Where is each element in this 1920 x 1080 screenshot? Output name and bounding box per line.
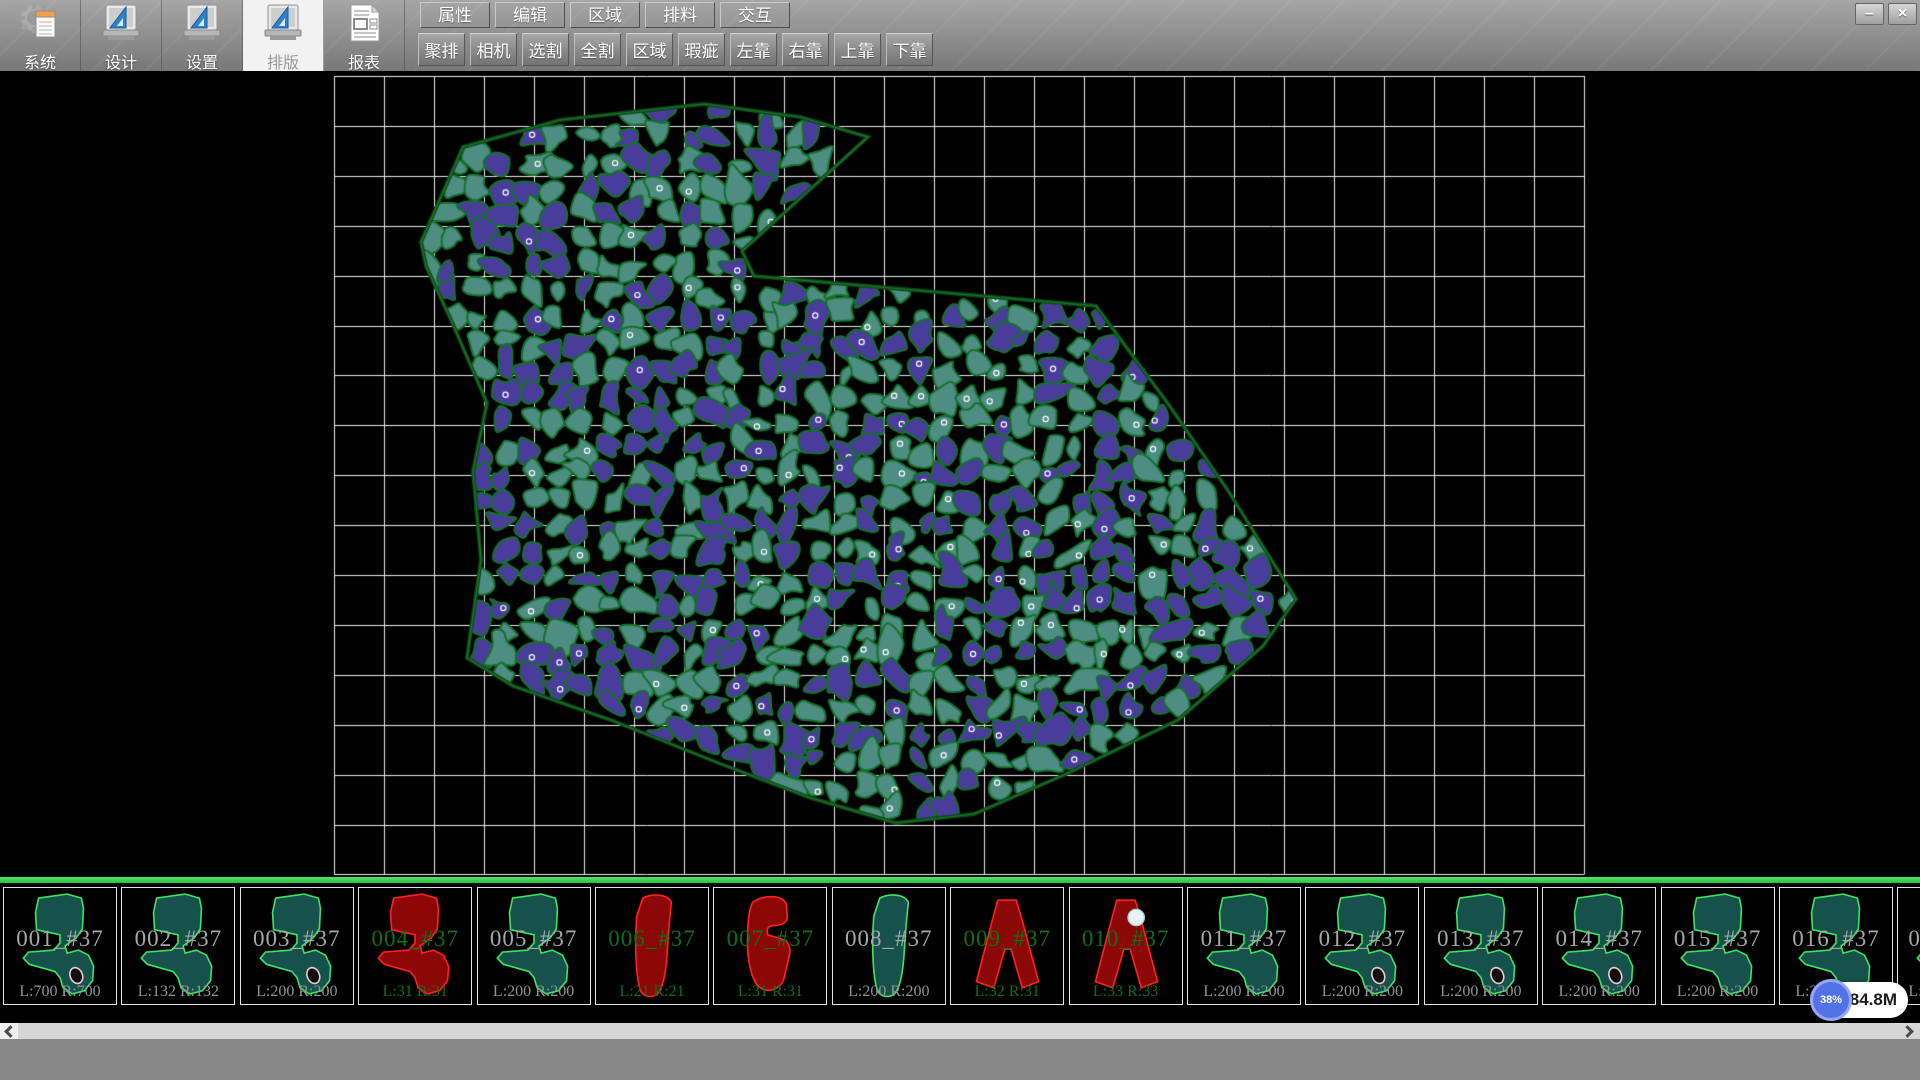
piece-label: 001_#37 bbox=[4, 926, 116, 952]
piece-thumbnail-6[interactable]: 006_#37 L:21 R:21 bbox=[595, 887, 709, 1005]
tool-button-label: 设计 bbox=[105, 49, 137, 73]
chevron-right-icon bbox=[1901, 1025, 1914, 1038]
piece-thumbnail-3[interactable]: 003_#37 L:200 R:200 bbox=[240, 887, 354, 1005]
menu-tab-3[interactable]: 区域 bbox=[570, 2, 640, 28]
minimize-icon: – bbox=[1865, 5, 1874, 22]
piece-thumbnail-15[interactable]: 015_#37 L:200 R:200 bbox=[1661, 887, 1775, 1005]
tool-button-label: 报表 bbox=[348, 49, 380, 73]
piece-counts: L:32 R:31 bbox=[951, 983, 1063, 1001]
piece-label: 002_#37 bbox=[122, 926, 234, 952]
piece-thumbnail-2[interactable]: 002_#37 L:132 R:132 bbox=[121, 887, 235, 1005]
strip-divider bbox=[0, 877, 1920, 883]
piece-label: 014_#37 bbox=[1543, 926, 1655, 952]
tool-button-label: 设置 bbox=[186, 49, 218, 73]
command-button-10[interactable]: 下靠 bbox=[886, 33, 933, 66]
progress-badge: 384.8M 38% bbox=[1810, 979, 1920, 1021]
piece-label: 005_#37 bbox=[478, 926, 590, 952]
piece-thumbnail-10[interactable]: 010_#37 L:33 R:33 bbox=[1069, 887, 1183, 1005]
menu-tab-4[interactable]: 排料 bbox=[645, 2, 715, 28]
scroll-right-button[interactable] bbox=[1900, 1023, 1918, 1039]
tool-button-label: 系统 bbox=[24, 49, 56, 73]
progress-percent: 38% bbox=[1820, 994, 1842, 1006]
command-button-6[interactable]: 瑕疵 bbox=[678, 33, 725, 66]
command-button-7[interactable]: 左靠 bbox=[730, 33, 777, 66]
piece-label: 013_#37 bbox=[1425, 926, 1537, 952]
main-toolbar: 系统 设计 设置 排版 报表 属性编辑区域排料交互 bbox=[0, 0, 1920, 71]
piece-counts: L:200 R:200 bbox=[1662, 983, 1774, 1001]
tool-button-layout[interactable]: 排版 bbox=[243, 0, 324, 71]
system-gear-notepad-icon bbox=[19, 3, 61, 48]
piece-label: 011_#37 bbox=[1188, 926, 1300, 952]
piece-counts: L:31 R:31 bbox=[714, 983, 826, 1001]
piece-counts: L:200 R:200 bbox=[1306, 983, 1418, 1001]
piece-thumbnail-13[interactable]: 013_#37 L:200 R:200 bbox=[1424, 887, 1538, 1005]
piece-counts: L:31 R:31 bbox=[359, 983, 471, 1001]
piece-counts: L:33 R:33 bbox=[1070, 983, 1182, 1001]
command-button-1[interactable]: 聚排 bbox=[418, 33, 465, 66]
close-icon: × bbox=[1898, 5, 1907, 22]
piece-counts: L:200 R:200 bbox=[833, 983, 945, 1001]
piece-thumbnail-1[interactable]: 001_#37 L:700 R:700 bbox=[3, 887, 117, 1005]
tool-button-report[interactable]: 报表 bbox=[324, 0, 405, 71]
piece-thumbnail-8[interactable]: 008_#37 L:200 R:200 bbox=[832, 887, 946, 1005]
piece-label: 003_#37 bbox=[241, 926, 353, 952]
tool-button-label: 排版 bbox=[267, 49, 299, 73]
piece-thumbnail-11[interactable]: 011_#37 L:200 R:200 bbox=[1187, 887, 1301, 1005]
settings-ruler-laptop-icon bbox=[181, 3, 223, 48]
piece-label: 012_#37 bbox=[1306, 926, 1418, 952]
menu-tab-5[interactable]: 交互 bbox=[720, 2, 790, 28]
piece-thumbnail-4[interactable]: 004_#37 L:31 R:31 bbox=[358, 887, 472, 1005]
menu-tab-2[interactable]: 编辑 bbox=[495, 2, 565, 28]
piece-label: 004_#37 bbox=[359, 926, 471, 952]
piece-label: 006_#37 bbox=[596, 926, 708, 952]
close-button[interactable]: × bbox=[1888, 3, 1917, 25]
piece-counts: L:21 R:21 bbox=[596, 983, 708, 1001]
piece-label: 010_#37 bbox=[1070, 926, 1182, 952]
piece-thumbnail-7[interactable]: 007_#37 L:31 R:31 bbox=[713, 887, 827, 1005]
pieces-thumbnail-strip: 001_#37 L:700 R:700 002_#37 L:132 R:132 … bbox=[0, 887, 1920, 1007]
tool-button-system[interactable]: 系统 bbox=[0, 0, 81, 71]
command-button-5[interactable]: 区域 bbox=[626, 33, 673, 66]
application-window: 系统 设计 设置 排版 报表 属性编辑区域排料交互 bbox=[0, 0, 1920, 1080]
piece-label: 007_#37 bbox=[714, 926, 826, 952]
piece-thumbnail-9[interactable]: 009_#37 L:32 R:31 bbox=[950, 887, 1064, 1005]
design-ruler-laptop-icon bbox=[100, 3, 142, 48]
piece-counts: L:700 R:700 bbox=[4, 983, 116, 1001]
minimize-button[interactable]: – bbox=[1855, 3, 1884, 25]
piece-label: 0 bbox=[1898, 926, 1920, 952]
command-button-4[interactable]: 全割 bbox=[574, 33, 621, 66]
piece-thumbnail-12[interactable]: 012_#37 L:200 R:200 bbox=[1305, 887, 1419, 1005]
command-button-8[interactable]: 右靠 bbox=[782, 33, 829, 66]
command-button-3[interactable]: 选割 bbox=[522, 33, 569, 66]
piece-counts: L:132 R:132 bbox=[122, 983, 234, 1001]
menu-tab-1[interactable]: 属性 bbox=[420, 2, 490, 28]
tool-button-settings[interactable]: 设置 bbox=[162, 0, 243, 71]
command-button-2[interactable]: 相机 bbox=[470, 33, 517, 66]
report-document-icon bbox=[344, 3, 384, 48]
piece-label: 008_#37 bbox=[833, 926, 945, 952]
piece-label: 009_#37 bbox=[951, 926, 1063, 952]
tool-button-design[interactable]: 设计 bbox=[81, 0, 162, 71]
layout-ruler-laptop-icon bbox=[262, 3, 304, 48]
piece-thumbnail-14[interactable]: 014_#37 L:200 R:200 bbox=[1542, 887, 1656, 1005]
scroll-left-button[interactable] bbox=[0, 1023, 18, 1039]
piece-counts: L:200 R:200 bbox=[241, 983, 353, 1001]
piece-counts: L:200 R:200 bbox=[1188, 983, 1300, 1001]
horizontal-scrollbar[interactable] bbox=[0, 1023, 1920, 1039]
piece-label: 015_#37 bbox=[1662, 926, 1774, 952]
bottom-panel bbox=[0, 1039, 1920, 1080]
command-button-9[interactable]: 上靠 bbox=[834, 33, 881, 66]
piece-label: 016_#37 bbox=[1780, 926, 1892, 952]
piece-counts: L:200 R:200 bbox=[1543, 983, 1655, 1001]
piece-thumbnail-5[interactable]: 005_#37 L:200 R:200 bbox=[477, 887, 591, 1005]
progress-circle: 38% bbox=[1810, 979, 1852, 1021]
piece-counts: L:200 R:200 bbox=[478, 983, 590, 1001]
chevron-left-icon bbox=[4, 1025, 17, 1038]
piece-counts: L:200 R:200 bbox=[1425, 983, 1537, 1001]
